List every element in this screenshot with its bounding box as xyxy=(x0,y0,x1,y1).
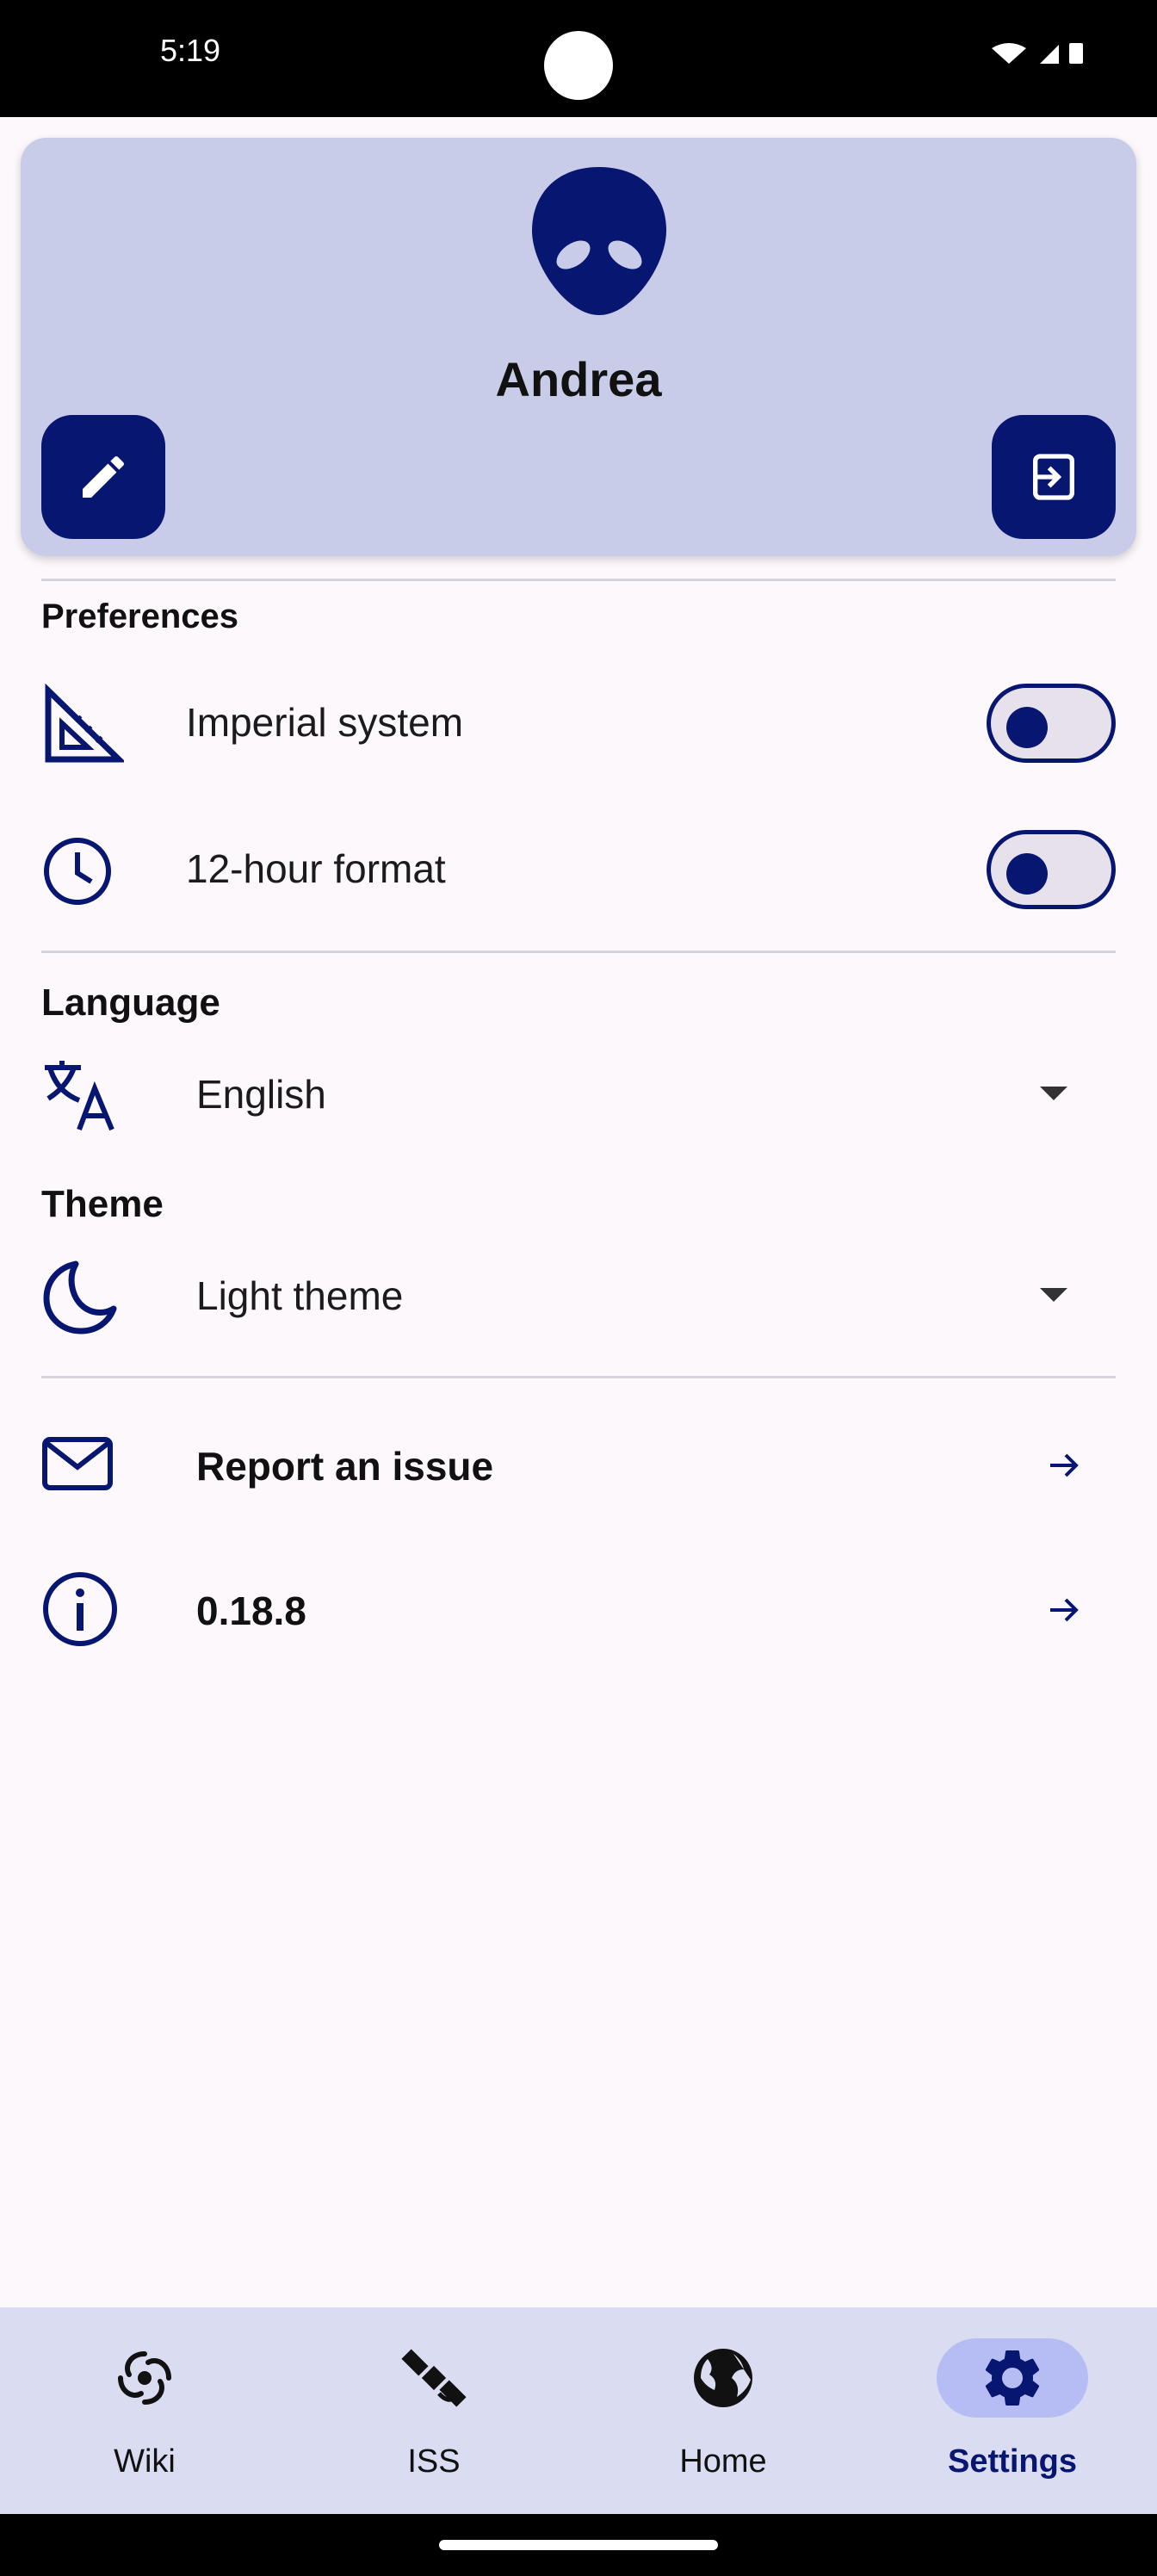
nav-label-wiki: Wiki xyxy=(114,2443,176,2480)
language-value: English xyxy=(196,1072,326,1117)
version-row[interactable]: 0.18.8 xyxy=(41,1565,1116,1651)
profile-name: Andrea xyxy=(495,352,662,406)
hour12-label: 12-hour format xyxy=(186,846,446,891)
dropdown-arrow-icon xyxy=(1040,1288,1067,1302)
theme-dropdown[interactable]: Light theme xyxy=(41,1250,1116,1336)
bottom-navigation: Wiki ISS Home Settings xyxy=(0,2307,1157,2514)
nav-item-iss[interactable]: ISS xyxy=(289,2307,578,2514)
home-gesture-handle[interactable] xyxy=(439,2540,718,2550)
language-title: Language xyxy=(41,981,220,1024)
toggle-knob xyxy=(1006,853,1048,895)
imperial-row: Imperial system xyxy=(41,680,1116,766)
front-camera xyxy=(544,31,613,100)
nav-label-iss: ISS xyxy=(407,2443,461,2480)
nav-item-home[interactable]: Home xyxy=(578,2307,868,2514)
nav-label-settings: Settings xyxy=(948,2443,1077,2480)
preferences-title: Preferences xyxy=(41,598,239,635)
logout-icon xyxy=(1033,454,1074,500)
report-issue-row[interactable]: Report an issue xyxy=(41,1421,1116,1507)
set-square-icon xyxy=(45,684,124,763)
divider xyxy=(41,1376,1116,1378)
imperial-toggle[interactable] xyxy=(987,684,1116,763)
moon-icon xyxy=(43,1260,117,1334)
pencil-icon xyxy=(83,455,124,498)
logout-button[interactable] xyxy=(992,415,1116,539)
galaxy-icon xyxy=(118,2351,171,2405)
status-icons xyxy=(990,38,1085,74)
divider xyxy=(41,579,1116,581)
translate-icon xyxy=(45,1061,114,1131)
globe-icon xyxy=(694,2349,752,2407)
edit-profile-button[interactable] xyxy=(41,415,165,539)
theme-value: Light theme xyxy=(196,1273,404,1318)
imperial-label: Imperial system xyxy=(186,700,464,745)
dropdown-arrow-icon xyxy=(1040,1087,1067,1100)
report-issue-label: Report an issue xyxy=(196,1444,494,1489)
divider xyxy=(41,951,1116,953)
language-dropdown[interactable]: English xyxy=(41,1049,1116,1135)
profile-card: Andrea xyxy=(21,138,1136,556)
version-label: 0.18.8 xyxy=(196,1588,306,1633)
hour12-toggle[interactable] xyxy=(987,830,1116,909)
arrow-right-icon xyxy=(1050,1453,1079,1477)
nav-item-settings[interactable]: Settings xyxy=(868,2307,1157,2514)
toggle-knob xyxy=(1006,707,1048,748)
mail-icon xyxy=(42,1437,113,1490)
theme-title: Theme xyxy=(41,1183,164,1225)
gear-icon xyxy=(985,2350,1040,2406)
status-bar: 5:19 xyxy=(0,0,1157,117)
status-time: 5:19 xyxy=(160,33,221,68)
clock-icon xyxy=(44,838,111,905)
arrow-right-icon xyxy=(1050,1598,1079,1622)
nav-item-wiki[interactable]: Wiki xyxy=(0,2307,289,2514)
info-icon xyxy=(43,1572,117,1646)
alien-avatar-icon xyxy=(532,167,666,315)
satellite-icon xyxy=(401,2349,467,2407)
nav-label-home: Home xyxy=(679,2443,767,2480)
hour12-row: 12-hour format xyxy=(41,827,1116,913)
